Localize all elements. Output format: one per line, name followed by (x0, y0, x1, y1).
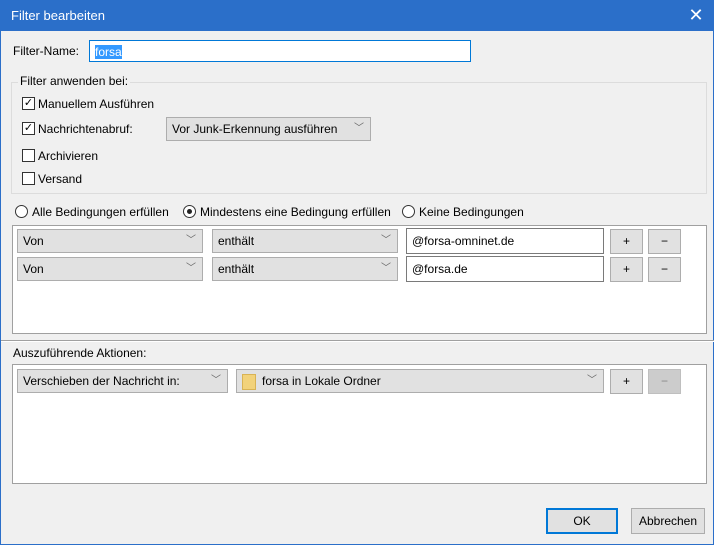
archive-checkbox[interactable] (22, 149, 35, 162)
chevron-down-icon: ﹀ (186, 263, 196, 274)
add-condition-button[interactable]: + (610, 229, 643, 254)
manual-checkbox[interactable]: ✓ (22, 97, 35, 110)
condition-value-input[interactable]: @forsa.de (406, 256, 604, 282)
condition-op-select[interactable]: enthält ﹀ (212, 257, 398, 281)
chevron-down-icon: ﹀ (186, 235, 196, 246)
apply-legend: Filter anwenden bei: (18, 74, 131, 88)
field-value: Von (23, 234, 44, 248)
send-label: Versand (38, 172, 83, 186)
chevron-down-icon: ﹀ (381, 263, 391, 274)
chevron-down-icon: ﹀ (354, 123, 364, 134)
target-value: forsa in Lokale Ordner (262, 374, 381, 388)
op-value: enthält (218, 262, 255, 276)
radio-all[interactable] (15, 205, 28, 218)
condition-op-select[interactable]: enthält ﹀ (212, 229, 398, 253)
radio-none[interactable] (402, 205, 415, 218)
action-select[interactable]: Verschieben der Nachricht in: ﹀ (17, 369, 228, 393)
send-checkbox[interactable] (22, 172, 35, 185)
chevron-down-icon: ﹀ (381, 235, 391, 246)
filter-name-label: Filter-Name: (13, 44, 80, 58)
radio-any[interactable] (183, 205, 196, 218)
actions-label: Auszuführende Aktionen: (13, 346, 147, 360)
cancel-button[interactable]: Abbrechen (631, 508, 705, 534)
condition-field-select[interactable]: Von ﹀ (17, 257, 203, 281)
add-condition-button[interactable]: + (610, 257, 643, 282)
remove-condition-button[interactable]: − (648, 257, 681, 282)
remove-condition-button[interactable]: − (648, 229, 681, 254)
close-icon[interactable]: ✕ (685, 4, 707, 26)
op-value: enthält (218, 234, 255, 248)
title-bar: Filter bearbeiten ✕ (1, 0, 714, 31)
radio-all-label: Alle Bedingungen erfüllen (32, 205, 169, 219)
ok-button[interactable]: OK (546, 508, 618, 534)
condition-value-input[interactable]: @forsa-omninet.de (406, 228, 604, 254)
radio-none-label: Keine Bedingungen (419, 205, 524, 219)
chevron-down-icon: ﹀ (211, 375, 221, 386)
fetch-label: Nachrichtenabruf: (38, 122, 133, 136)
add-action-button[interactable]: + (610, 369, 643, 394)
filter-name-input[interactable]: forsa (89, 40, 471, 62)
splitter[interactable] (1, 340, 714, 342)
window-title: Filter bearbeiten (11, 8, 105, 23)
timing-select[interactable]: Vor Junk-Erkennung ausführen ﹀ (166, 117, 371, 141)
field-value: Von (23, 262, 44, 276)
remove-action-button: − (648, 369, 681, 394)
folder-icon (242, 374, 256, 390)
radio-any-label: Mindestens eine Bedingung erfüllen (200, 205, 391, 219)
action-value: Verschieben der Nachricht in: (23, 374, 180, 388)
target-folder-select[interactable]: forsa in Lokale Ordner ﹀ (236, 369, 604, 393)
fetch-checkbox[interactable]: ✓ (22, 122, 35, 135)
filter-name-value: forsa (95, 45, 122, 59)
timing-value: Vor Junk-Erkennung ausführen (172, 122, 338, 136)
manual-label: Manuellem Ausführen (38, 97, 155, 111)
archive-label: Archivieren (38, 149, 99, 163)
condition-field-select[interactable]: Von ﹀ (17, 229, 203, 253)
chevron-down-icon: ﹀ (587, 375, 597, 386)
